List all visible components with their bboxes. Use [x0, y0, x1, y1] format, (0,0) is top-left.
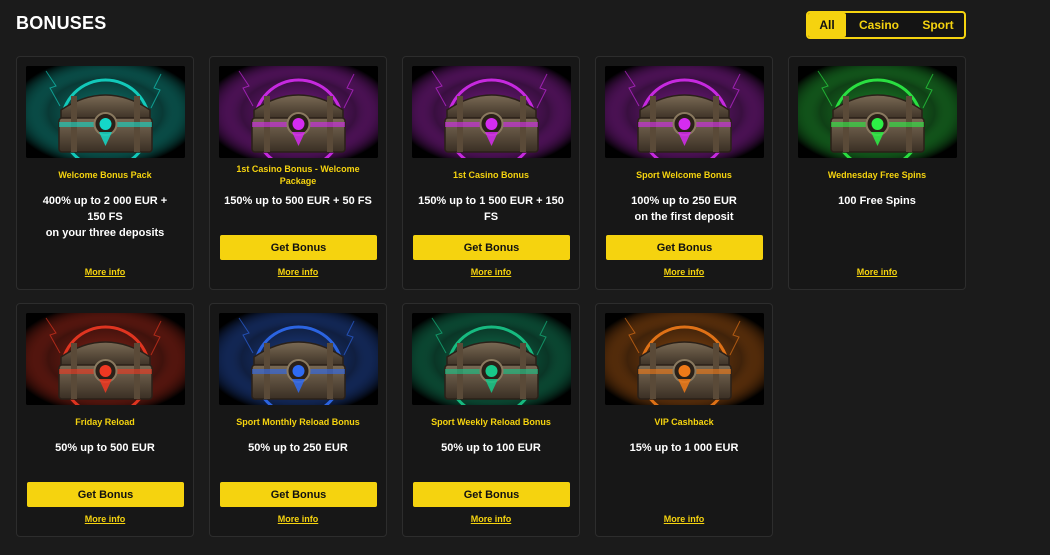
- card-description-line: 100% up to 250 EUR: [631, 195, 737, 207]
- treasure-chest-icon: [219, 66, 378, 158]
- get-bonus-button[interactable]: Get Bonus: [220, 482, 377, 507]
- treasure-chest-icon: [412, 66, 571, 158]
- card-description-line: 150% up to 1 500 EUR + 150 FS: [418, 195, 564, 223]
- card-title: Sport Monthly Reload Bonus: [236, 417, 360, 427]
- card-description-line: 15% up to 1 000 EUR: [629, 442, 739, 454]
- chest-image: [219, 313, 378, 405]
- treasure-chest-icon: [219, 313, 378, 405]
- filter-sport-button[interactable]: Sport: [912, 13, 964, 37]
- card-title: Sport Welcome Bonus: [636, 170, 732, 180]
- card-description-line: 150% up to 500 EUR + 50 FS: [224, 195, 372, 207]
- get-bonus-button[interactable]: Get Bonus: [220, 235, 377, 260]
- get-bonus-button[interactable]: Get Bonus: [27, 482, 184, 507]
- more-info-link[interactable]: More info: [17, 514, 193, 524]
- page-title: BONUSES: [16, 13, 107, 33]
- card-description: 50% up to 100 EUR: [411, 440, 571, 456]
- treasure-chest-icon: [605, 66, 764, 158]
- card-description: 50% up to 500 EUR: [25, 440, 185, 456]
- bonus-card-first-casino-welcome: 1st Casino Bonus - Welcome Package 150% …: [209, 56, 387, 290]
- filter-all-button[interactable]: All: [808, 13, 846, 37]
- chest-image: [412, 66, 571, 158]
- card-description: 150% up to 500 EUR + 50 FS: [218, 193, 378, 209]
- card-title: Welcome Bonus Pack: [58, 170, 152, 180]
- card-description-line: 100 Free Spins: [838, 195, 916, 207]
- treasure-chest-icon: [798, 66, 957, 158]
- card-description: 400% up to 2 000 EUR + 150 FS on your th…: [25, 193, 185, 241]
- chest-image: [26, 66, 185, 158]
- treasure-chest-icon: [26, 313, 185, 405]
- more-info-link[interactable]: More info: [596, 514, 772, 524]
- chest-image: [605, 313, 764, 405]
- card-description: 150% up to 1 500 EUR + 150 FS: [411, 193, 571, 225]
- bonus-card-sport-welcome: Sport Welcome Bonus 100% up to 250 EUR o…: [595, 56, 773, 290]
- get-bonus-button[interactable]: Get Bonus: [606, 235, 763, 260]
- bonus-card-welcome-pack: Welcome Bonus Pack 400% up to 2 000 EUR …: [16, 56, 194, 290]
- chest-image: [219, 66, 378, 158]
- card-title: Wednesday Free Spins: [827, 170, 927, 180]
- more-info-link[interactable]: More info: [596, 267, 772, 277]
- bonus-card-sport-monthly-reload: Sport Monthly Reload Bonus 50% up to 250…: [209, 303, 387, 537]
- chest-image: [412, 313, 571, 405]
- card-description-line: on your three deposits: [45, 227, 165, 239]
- card-description: 100 Free Spins: [797, 193, 957, 209]
- treasure-chest-icon: [26, 66, 185, 158]
- more-info-link[interactable]: More info: [789, 267, 965, 277]
- card-description-line: 50% up to 500 EUR: [55, 442, 155, 454]
- card-title: Friday Reload: [75, 417, 135, 427]
- card-description-line: on the first deposit: [634, 211, 734, 223]
- treasure-chest-icon: [412, 313, 571, 405]
- bonus-card-vip-cashback: VIP Cashback 15% up to 1 000 EUR More in…: [595, 303, 773, 537]
- card-title: 1st Casino Bonus: [452, 170, 529, 180]
- card-description-line: 50% up to 250 EUR: [248, 442, 348, 454]
- bonus-card-sport-weekly-reload: Sport Weekly Reload Bonus 50% up to 100 …: [402, 303, 580, 537]
- more-info-link[interactable]: More info: [17, 267, 193, 277]
- treasure-chest-icon: [605, 313, 764, 405]
- get-bonus-button[interactable]: Get Bonus: [413, 235, 570, 260]
- chest-image: [605, 66, 764, 158]
- card-description: 15% up to 1 000 EUR: [604, 440, 764, 456]
- more-info-link[interactable]: More info: [210, 267, 386, 277]
- card-description-line: 50% up to 100 EUR: [441, 442, 541, 454]
- card-title: 1st Casino Bonus - Welcome Package: [236, 164, 360, 186]
- card-description: 50% up to 250 EUR: [218, 440, 378, 456]
- bonus-card-wednesday-free-spins: Wednesday Free Spins 100 Free Spins More…: [788, 56, 966, 290]
- filter-casino-button[interactable]: Casino: [846, 13, 912, 37]
- card-description-line: 400% up to 2 000 EUR + 150 FS: [42, 195, 168, 223]
- more-info-link[interactable]: More info: [210, 514, 386, 524]
- get-bonus-button[interactable]: Get Bonus: [413, 482, 570, 507]
- more-info-link[interactable]: More info: [403, 267, 579, 277]
- card-title: VIP Cashback: [654, 417, 714, 427]
- bonus-card-friday-reload: Friday Reload 50% up to 500 EUR Get Bonu…: [16, 303, 194, 537]
- card-title: Sport Weekly Reload Bonus: [431, 417, 551, 427]
- chest-image: [26, 313, 185, 405]
- card-description: 100% up to 250 EUR on the first deposit: [604, 193, 764, 225]
- more-info-link[interactable]: More info: [403, 514, 579, 524]
- category-filter: All Casino Sport: [806, 11, 966, 39]
- bonus-card-first-casino: 1st Casino Bonus 150% up to 1 500 EUR + …: [402, 56, 580, 290]
- chest-image: [798, 66, 957, 158]
